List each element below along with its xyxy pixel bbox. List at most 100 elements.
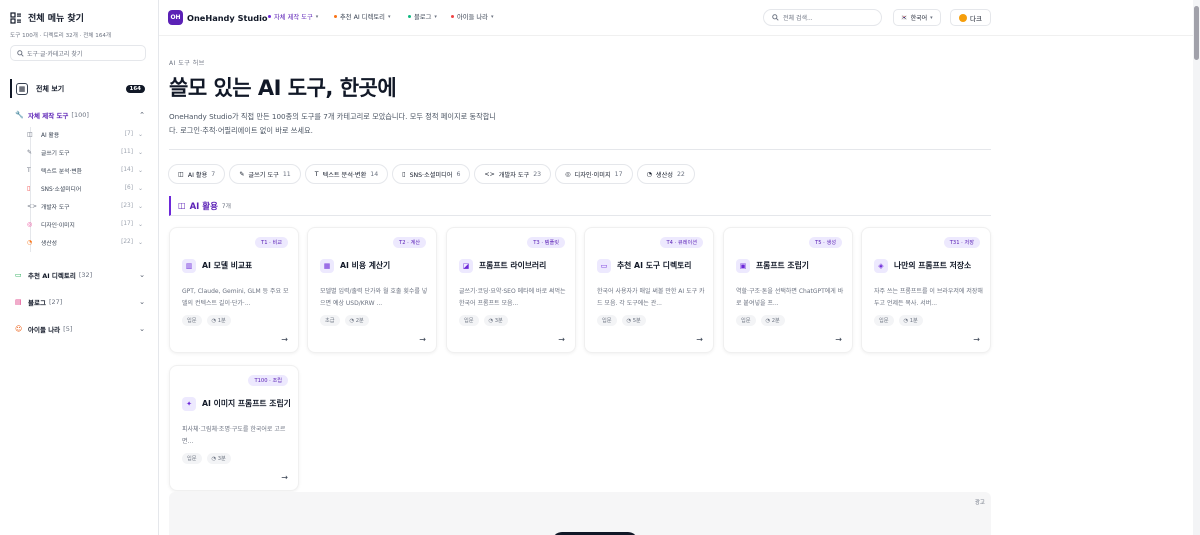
chip-dev[interactable]: <> 개발자 도구 23 (474, 164, 552, 184)
sidebar-sub-count: [6] (124, 185, 133, 191)
robot-icon: ◫ (27, 130, 33, 138)
nav-directory[interactable]: 추천 AI 디렉토리 ▾ (334, 12, 390, 21)
chip-sns[interactable]: ▯ SNS·소셜미디어 6 (392, 164, 471, 184)
arrow-right-icon: → (281, 473, 288, 482)
code-icon: <> (27, 202, 38, 210)
card-time-value: 3분 (494, 318, 503, 324)
code-icon: <> (484, 170, 495, 178)
card-title: 추천 AI 도구 디렉토리 (617, 261, 692, 270)
chip-text[interactable]: T 텍스트 분석·변환 14 (304, 164, 389, 184)
section-title: AI 활용 (189, 201, 218, 212)
sidebar-sub-text[interactable]: T 텍스트 분석·변환 [14] ⌄ (26, 163, 146, 177)
tool-card[interactable]: T4 · 큐레이션 ▭ 추천 AI 도구 디렉토리 한국어 사용자가 매일 써볼… (584, 227, 714, 353)
chip-count: 23 (533, 170, 542, 178)
card-meta: 초급 ◔ 2분 (320, 315, 369, 326)
grid-icon: ▦ (16, 82, 28, 95)
book-icon: ▤ (15, 298, 22, 306)
chip-productivity[interactable]: ◔ 생산성 22 (636, 164, 695, 184)
language-select[interactable]: 🇰🇷 한국어 ▾ (893, 9, 941, 26)
card-meta: 입문 ◔ 1분 (874, 315, 923, 326)
dark-mode-toggle[interactable]: 다크 (950, 9, 991, 26)
card-time: ◔ 1분 (898, 315, 923, 326)
nav-kids[interactable]: 아이들 나라 ▾ (451, 12, 493, 21)
magic-icon: ✦ (182, 397, 196, 411)
chip-design[interactable]: ◎ 디자인·이미지 17 (555, 164, 633, 184)
folder-icon: ▭ (15, 271, 22, 279)
arrow-right-icon: → (973, 335, 980, 344)
chip-count: 17 (614, 170, 623, 178)
card-description: GPT, Claude, Gemini, GLM 등 주요 모델의 컨텍스트 길… (182, 288, 289, 307)
scrollbar[interactable] (1193, 0, 1200, 535)
sidebar-category-kids[interactable]: ☺ 아이들 나라 [5] ⌄ (15, 322, 145, 336)
tool-card[interactable]: T3 · 템플릿 ◪ 프롬프트 라이브러리 글쓰기·코딩·요약·SEO 메타에 … (446, 227, 576, 353)
ad-label: 광고 (974, 500, 985, 506)
card-time-value: 3분 (217, 456, 226, 462)
tool-card[interactable]: T5 · 생성 ▣ 프롬프트 조립기 역할·구조·톤을 선택하면 ChatGPT… (723, 227, 853, 353)
sidebar-search-placeholder: 도구·글·카테고리 찾기 (27, 50, 83, 58)
card-level: 입문 (736, 315, 756, 326)
nav-label: 블로그 (414, 14, 432, 21)
chip-label: 글쓰기 도구 (248, 171, 279, 179)
sidebar-sub-design[interactable]: ◎ 디자인·이미지 [17] ⌄ (26, 217, 146, 231)
chevron-down-icon: ⌄ (137, 184, 143, 192)
sidebar-sub-productivity[interactable]: ◔ 생산성 [22] ⌄ (26, 235, 146, 249)
hero-description: OneHandy Studio가 직접 만든 100종의 도구를 7개 카테고리… (169, 112, 496, 135)
sidebar-category-blog[interactable]: ▤ 블로그 [27] ⌄ (15, 295, 145, 309)
sidebar-sub-dev[interactable]: <> 개발자 도구 [23] ⌄ (26, 199, 146, 213)
nav-dot (334, 15, 337, 18)
hero-eyebrow: AI 도구 허브 (169, 60, 205, 67)
sidebar-sub-writing[interactable]: ✎ 글쓰기 도구 [11] ⌄ (26, 145, 146, 159)
chevron-down-icon: ⌄ (137, 238, 143, 246)
flag-icon: 🇰🇷 (901, 14, 908, 21)
card-tag: T4 · 큐레이션 (660, 237, 703, 248)
scrollbar-thumb[interactable] (1194, 6, 1199, 60)
chip-ai[interactable]: ◫ AI 활용 7 (168, 164, 226, 184)
phone-icon: ▯ (27, 184, 31, 192)
top-navigation: OH OneHandy Studio 자체 제작 도구 ▾ 추천 AI 디렉토리… (159, 0, 1200, 36)
tool-card[interactable]: T100 · 조립 ✦ AI 이미지 프롬프트 조립기 피사체·그림체·조명·구… (169, 365, 299, 491)
sidebar-sub-label: AI 활용 (41, 132, 60, 139)
sidebar-category-tools[interactable]: 🔧 자체 제작 도구 [100] ⌃ (15, 108, 145, 122)
sidebar-sub-ai[interactable]: ◫ AI 활용 [7] ⌄ (26, 127, 146, 141)
card-tag: T2 · 계산 (393, 237, 426, 248)
tool-card[interactable]: T31 · 저장 ◈ 나만의 프롬프트 저장소 자주 쓰는 프롬프트를 이 브라… (861, 227, 991, 353)
main-content: OH OneHandy Studio 자체 제작 도구 ▾ 추천 AI 디렉토리… (159, 0, 1200, 535)
card-title: AI 비용 계산기 (340, 261, 391, 270)
tool-card[interactable]: T1 · 비교 ▥ AI 모델 비교표 GPT, Claude, Gemini,… (169, 227, 299, 353)
tool-card[interactable]: T2 · 계산 ▦ AI 비용 계산기 모델별 입력/출력 단가와 월 호출 횟… (307, 227, 437, 353)
sidebar-sub-count: [22] (121, 239, 133, 245)
card-level: 입문 (182, 315, 202, 326)
sidebar-all-count: 164 (125, 84, 145, 93)
card-level: 입문 (459, 315, 479, 326)
chip-count: 11 (282, 170, 291, 178)
chevron-down-icon: ⌄ (137, 166, 143, 174)
pen-icon: ✎ (239, 170, 245, 178)
section-header: ◫ AI 활용 7개 (169, 196, 991, 216)
palette-icon: ◎ (27, 220, 33, 228)
sidebar-sub-count: [11] (121, 149, 133, 155)
chip-count: 7 (211, 170, 216, 178)
text-icon: T (27, 166, 31, 174)
sidebar-category-directory[interactable]: ▭ 추천 AI 디렉토리 [32] ⌄ (15, 268, 145, 282)
card-time: ◔ 3분 (483, 315, 508, 326)
clock-icon: ◔ (27, 238, 33, 246)
blocks-icon: ▣ (736, 259, 750, 273)
robot-icon: ◫ (178, 170, 184, 178)
menu-grid-icon (10, 11, 21, 24)
card-title: 프롬프트 조립기 (756, 261, 809, 270)
chip-count: 22 (677, 170, 685, 178)
nav-dot (408, 15, 411, 18)
card-tag: T1 · 비교 (255, 237, 288, 248)
sidebar-all-item[interactable]: ▦ 전체 보기 164 (10, 79, 145, 98)
nav-tools[interactable]: 자체 제작 도구 ▾ (268, 12, 318, 21)
sidebar-search-input[interactable]: 도구·글·카테고리 찾기 (10, 45, 146, 61)
card-meta: 입문 ◔ 2분 (736, 315, 785, 326)
chip-writing[interactable]: ✎ 글쓰기 도구 11 (229, 164, 301, 184)
card-time-value: 2분 (771, 318, 780, 324)
chevron-down-icon: ⌄ (137, 148, 143, 156)
nav-blog[interactable]: 블로그 ▾ (408, 12, 437, 21)
brand-logo[interactable]: OH OneHandy Studio (168, 10, 268, 25)
text-icon: T (314, 170, 319, 178)
sidebar-sub-sns[interactable]: ▯ SNS·소셜미디어 [6] ⌄ (26, 181, 146, 195)
global-search-input[interactable]: 전체 검색... (763, 9, 882, 26)
